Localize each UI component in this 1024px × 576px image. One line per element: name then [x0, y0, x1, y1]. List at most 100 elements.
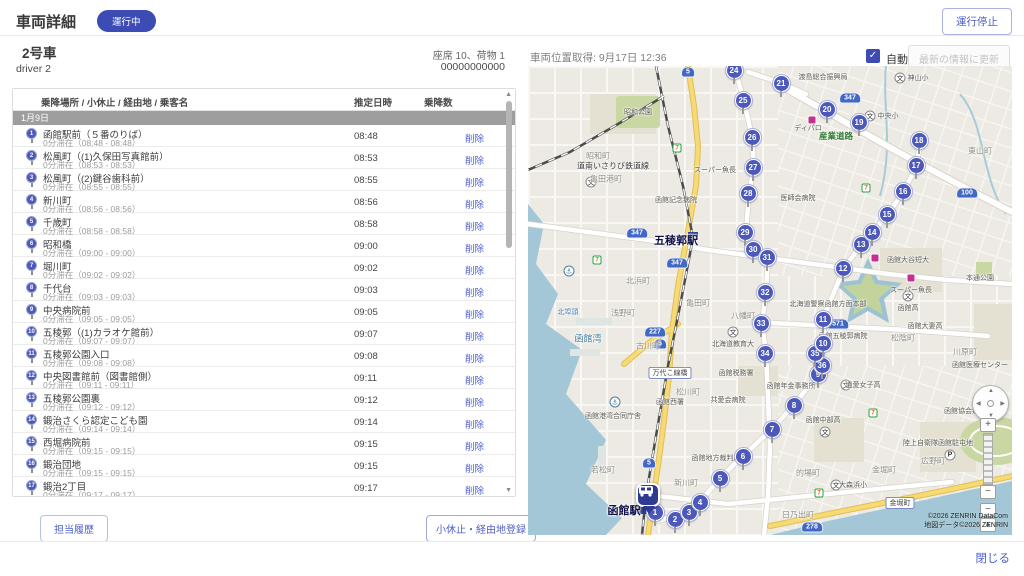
map-marker-20[interactable]: 20: [819, 101, 836, 118]
shop-icon: [871, 254, 880, 263]
pan-center-icon[interactable]: [987, 400, 994, 407]
pan-right-icon[interactable]: ▶: [1000, 400, 1005, 407]
map-marker-24[interactable]: 24: [726, 66, 743, 79]
store-icon: 7: [869, 409, 878, 418]
map-marker-15[interactable]: 15: [879, 206, 896, 223]
map-label: 遺愛女子高: [846, 380, 881, 390]
delete-link[interactable]: 削除: [465, 483, 484, 497]
delete-link[interactable]: 削除: [465, 351, 484, 365]
vehicle-capacity: 座席 10、荷物 1: [12, 47, 505, 62]
close-link[interactable]: 閉じる: [976, 550, 1011, 566]
col-stops: 乗降場所 / 小休止 / 経由地 / 乗客名: [41, 95, 188, 109]
delete-link[interactable]: 削除: [465, 219, 484, 233]
map-marker-29[interactable]: 29: [737, 224, 754, 241]
scrollbar-up-icon[interactable]: ▲: [505, 91, 512, 98]
delete-link[interactable]: 削除: [465, 175, 484, 189]
map-marker-26[interactable]: 26: [744, 129, 761, 146]
station-label: 五稜郭駅: [654, 232, 698, 248]
history-button[interactable]: 担当履歴: [40, 515, 108, 542]
map-marker-4[interactable]: 4: [692, 494, 709, 511]
map-label: 函館港湾合同庁舎: [585, 411, 641, 421]
map-label: 昭和公園: [624, 107, 652, 117]
scrollbar-thumb[interactable]: [506, 101, 512, 248]
pan-up-icon[interactable]: ▲: [988, 388, 994, 394]
map-label: 広野町: [921, 456, 945, 467]
map-marker-14[interactable]: 14: [864, 224, 881, 241]
map-label: 松陰町: [891, 333, 915, 344]
attribution-line2: 地図データ©2026 ZENRIN: [924, 521, 1008, 530]
stop-time: 09:15: [354, 461, 378, 472]
map-marker-33[interactable]: 33: [753, 315, 770, 332]
map-label: 函館西署: [656, 397, 684, 407]
map-label: 亀田港町: [590, 174, 622, 185]
parking-icon: P: [945, 450, 956, 461]
delete-link[interactable]: 削除: [465, 329, 484, 343]
delete-link[interactable]: 削除: [465, 417, 484, 431]
map-label: 若松町: [591, 465, 615, 476]
stop-marker-icon: 13: [26, 392, 37, 403]
map-marker-16[interactable]: 16: [895, 183, 912, 200]
stop-row: 8千代台0分滞在（09:03 - 09:03）09:03削除: [13, 279, 515, 301]
scrollbar-down-icon[interactable]: ▼: [505, 487, 512, 494]
delete-link[interactable]: 削除: [465, 461, 484, 475]
stop-row: 6昭和橋0分滞在（09:00 - 09:00）09:00削除: [13, 235, 515, 257]
map-marker-27[interactable]: 27: [745, 159, 762, 176]
map-marker-7[interactable]: 7: [764, 421, 781, 438]
map-marker-34[interactable]: 34: [757, 345, 774, 362]
map-marker-5[interactable]: 5: [712, 470, 729, 487]
map-marker-31[interactable]: 31: [759, 249, 776, 266]
vehicle-marker[interactable]: [636, 483, 660, 507]
map-label: 函館記念病院: [655, 195, 697, 205]
delete-link[interactable]: 削除: [465, 263, 484, 277]
delete-link[interactable]: 削除: [465, 197, 484, 211]
stop-row: 1函館駅前（５番のりば）0分滞在（08:48 - 08:48）08:48削除: [13, 125, 515, 147]
route-shield: 100: [956, 188, 978, 199]
map-label: 陸上自衛隊函館駐屯地: [903, 438, 973, 448]
stop-row: 9中央病院前0分滞在（09:05 - 09:05）09:05削除: [13, 301, 515, 323]
stop-marker-icon: 1: [26, 128, 37, 139]
auto-update-checkbox[interactable]: ✓: [866, 49, 880, 63]
map-marker-8[interactable]: 8: [786, 397, 803, 414]
stop-row: 10五稜郭（(1)カラオケ館前）0分滞在（09:07 - 09:07）09:07…: [13, 323, 515, 345]
map-marker-32[interactable]: 32: [757, 284, 774, 301]
stop-operation-button[interactable]: 運行停止: [942, 8, 1012, 35]
delete-link[interactable]: 削除: [465, 373, 484, 387]
map-marker-17[interactable]: 17: [908, 157, 925, 174]
shop-icon: [907, 274, 916, 283]
delete-link[interactable]: 削除: [465, 241, 484, 255]
map[interactable]: 文文文文文文文文77777P⚓⚓555347347347227571100278…: [528, 66, 1012, 535]
col-time: 推定日時: [354, 95, 392, 109]
delete-link[interactable]: 削除: [465, 285, 484, 299]
zoom-out-button[interactable]: −: [980, 485, 996, 499]
delete-link[interactable]: 削除: [465, 131, 484, 145]
map-marker-25[interactable]: 25: [735, 92, 752, 109]
map-marker-11[interactable]: 11: [815, 311, 832, 328]
route-shield: 5: [681, 67, 695, 78]
register-stop-button[interactable]: 小休止・経由地登録: [426, 515, 536, 542]
zoom-slider[interactable]: [983, 433, 993, 485]
map-marker-19[interactable]: 19: [851, 114, 868, 131]
map-pan-control[interactable]: ▲ ▼ ◀ ▶: [972, 385, 1009, 422]
delete-link[interactable]: 削除: [465, 153, 484, 167]
stop-marker-icon: 3: [26, 172, 37, 183]
stop-marker-icon: 10: [26, 326, 37, 337]
zoom-in-button[interactable]: +: [980, 418, 996, 432]
map-marker-21[interactable]: 21: [773, 75, 790, 92]
anchor-icon: ⚓: [564, 266, 575, 277]
map-label: 八幡町: [731, 311, 755, 322]
map-marker-6[interactable]: 6: [735, 448, 752, 465]
map-marker-10[interactable]: 10: [815, 335, 832, 352]
pan-left-icon[interactable]: ◀: [976, 400, 981, 407]
map-marker-18[interactable]: 18: [911, 132, 928, 149]
delete-link[interactable]: 削除: [465, 307, 484, 321]
delete-link[interactable]: 削除: [465, 395, 484, 409]
map-label: 函館地方裁判所: [692, 453, 741, 463]
store-icon: 7: [673, 144, 682, 153]
map-label: 本通公園: [966, 273, 994, 283]
map-marker-12[interactable]: 12: [835, 260, 852, 277]
stop-marker-icon: 7: [26, 260, 37, 271]
delete-link[interactable]: 削除: [465, 439, 484, 453]
map-marker-28[interactable]: 28: [740, 185, 757, 202]
station-label: 函館駅: [608, 502, 641, 518]
route-shield: 347: [839, 93, 861, 104]
